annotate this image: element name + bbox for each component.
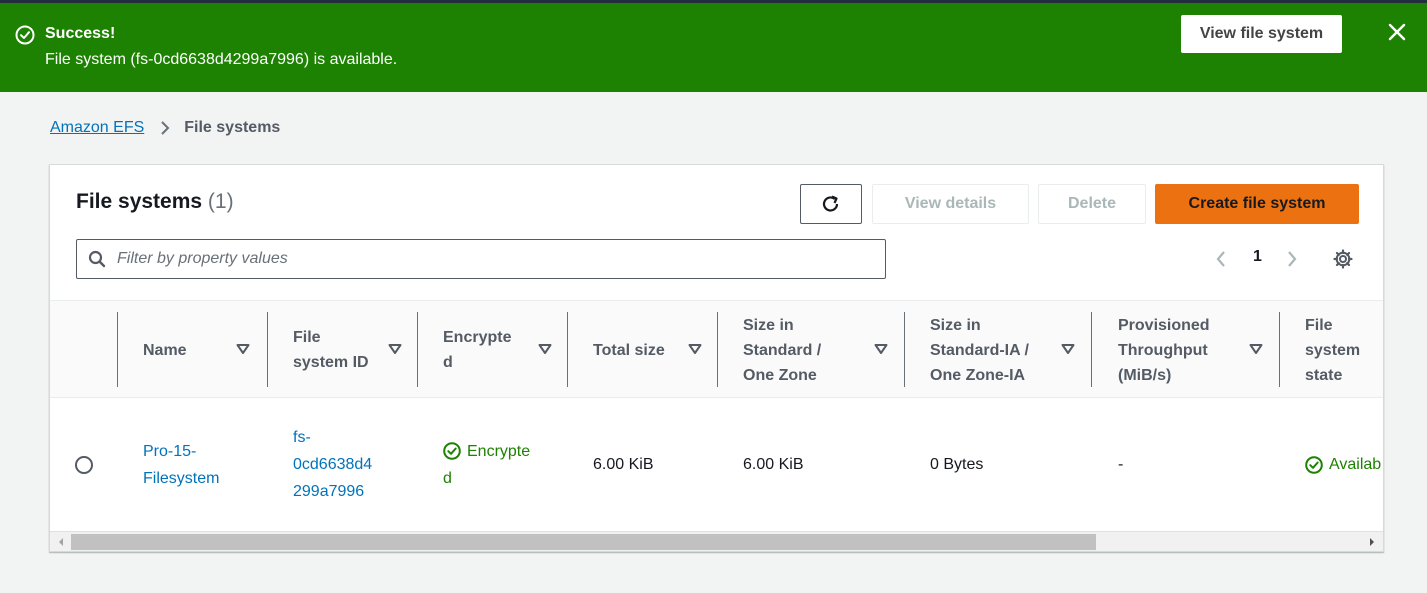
success-flash-banner: Success! File system (fs-0cd6638d4299a79… — [0, 3, 1427, 92]
gear-icon[interactable] — [1332, 248, 1354, 270]
column-divider — [1091, 312, 1092, 387]
column-header-size-ia[interactable]: Size in Standard-IA / One Zone-IA — [930, 301, 1080, 399]
sort-down-icon[interactable] — [874, 343, 888, 355]
column-header-file-system-id[interactable]: File system ID — [293, 301, 413, 399]
column-divider — [567, 312, 568, 387]
scrollbar-thumb[interactable] — [71, 534, 1096, 550]
column-divider — [267, 312, 268, 387]
sort-down-icon[interactable] — [236, 343, 250, 355]
panel-title-text: File systems — [76, 190, 203, 213]
create-file-system-button[interactable]: Create file system — [1155, 184, 1359, 224]
cell-file-system-id-link[interactable]: fs- 0cd6638d4 299a7996 — [293, 398, 413, 531]
refresh-icon — [822, 195, 839, 212]
previous-page-icon[interactable] — [1213, 249, 1229, 269]
row-select-radio[interactable] — [75, 456, 93, 474]
table-row[interactable]: Pro-15- Filesystem fs- 0cd6638d4 299a7996 E… — [50, 398, 1383, 531]
column-divider — [904, 312, 905, 387]
cell-total-size: 6.00 KiB — [593, 456, 654, 473]
sort-down-icon[interactable] — [1061, 343, 1075, 355]
check-circle-icon — [15, 25, 35, 45]
column-divider — [417, 312, 418, 387]
refresh-button[interactable] — [800, 184, 862, 224]
breadcrumb: Amazon EFS File systems — [50, 119, 280, 137]
filter-box — [76, 239, 886, 279]
column-header-encrypted[interactable]: Encrypte d — [443, 301, 563, 399]
column-divider — [717, 312, 718, 387]
breadcrumb-current: File systems — [184, 119, 281, 136]
column-header-total-size[interactable]: Total size — [593, 301, 713, 399]
sort-down-icon[interactable] — [1249, 343, 1263, 355]
table-header: Name File system ID Encrypte d Total size … — [50, 300, 1383, 399]
column-header-size-standard[interactable]: Size in Standard / One Zone — [743, 301, 893, 399]
delete-button[interactable]: Delete — [1038, 184, 1146, 224]
view-details-button[interactable]: View details — [872, 184, 1029, 224]
cell-size-ia: 0 Bytes — [930, 456, 984, 473]
file-systems-panel: File systems (1) View details Delete Cre… — [49, 164, 1384, 552]
current-page-number[interactable]: 1 — [1253, 248, 1262, 266]
cell-encrypted: Encrypte d — [443, 442, 531, 487]
scroll-left-icon[interactable] — [57, 537, 65, 547]
panel-title: File systems (1) — [76, 190, 234, 214]
column-header-name[interactable]: Name — [143, 301, 263, 399]
filter-input[interactable] — [117, 248, 877, 270]
chevron-right-icon — [161, 121, 170, 135]
close-icon[interactable] — [1386, 21, 1408, 43]
check-circle-icon — [443, 442, 461, 460]
cell-throughput: - — [1118, 456, 1124, 473]
flash-title: Success! — [45, 25, 116, 42]
sort-down-icon[interactable] — [538, 343, 552, 355]
scroll-right-icon[interactable] — [1368, 537, 1376, 547]
sort-down-icon[interactable] — [388, 343, 402, 355]
horizontal-scrollbar[interactable] — [50, 531, 1383, 551]
search-icon — [88, 250, 106, 268]
column-header-provisioned-throughput[interactable]: Provisioned Throughput (MiB/s) — [1118, 301, 1268, 399]
cell-state: Availab — [1305, 398, 1383, 531]
cell-size-standard: 6.00 KiB — [743, 456, 804, 473]
view-file-system-button[interactable]: View file system — [1181, 15, 1342, 53]
column-header-file-system-state[interactable]: File system state — [1305, 301, 1383, 399]
sort-down-icon[interactable] — [688, 343, 702, 355]
cell-name-link[interactable]: Pro-15- Filesystem — [143, 398, 263, 531]
flash-message: File system (fs-0cd6638d4299a7996) is av… — [45, 51, 398, 68]
column-divider — [117, 312, 118, 387]
panel-title-count: (1) — [207, 190, 234, 213]
next-page-icon[interactable] — [1284, 249, 1300, 269]
check-circle-icon — [1305, 455, 1323, 474]
column-divider — [1279, 312, 1280, 387]
breadcrumb-amazon-efs-link[interactable]: Amazon EFS — [50, 119, 144, 137]
